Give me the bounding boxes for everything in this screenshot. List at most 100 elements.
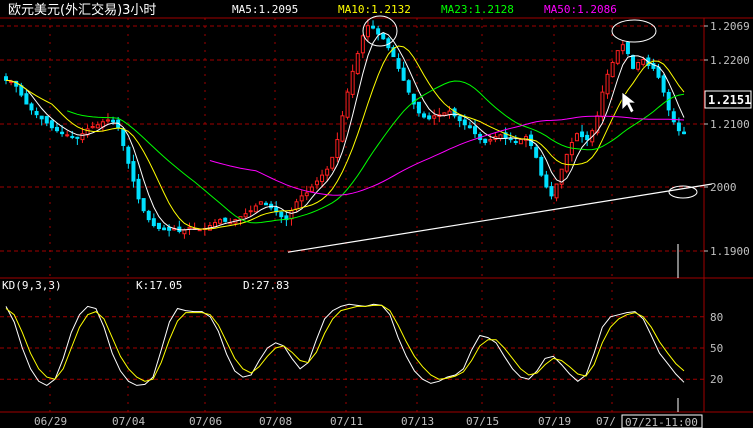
candle-body [253,205,258,213]
candle-body [518,139,523,145]
x-tick-label: 07/04 [112,415,145,428]
candle-body [279,211,284,218]
candle-body [656,66,661,78]
x-tick-label: 07/06 [189,415,222,428]
chart-title: 欧元美元(外汇交易)3小时 [8,2,156,18]
kd-tick-label: 20 [710,373,723,386]
candle-body [580,131,585,138]
candle-body [65,134,70,137]
candle-body [335,139,340,158]
candle-body [325,168,330,176]
candle-body [80,133,85,141]
candle-body [432,115,437,119]
candle-body [44,116,49,124]
kd-tick-label: 80 [710,311,723,324]
kd-k-value: K:17.05 [136,279,182,292]
candle-body [574,133,579,142]
candle-body [371,25,376,29]
candle-body [263,202,268,206]
candle-body [620,44,625,52]
x-tick-label: 07/13 [401,415,434,428]
candle-body [75,136,80,139]
candle-body [299,195,304,202]
candle-body [29,103,34,111]
candle-body [49,120,54,129]
candle-body [442,112,447,116]
candle-body [330,156,335,169]
candle-body [34,111,39,116]
x-tick-label: 07/15 [466,415,499,428]
kd-d-value: D:27.83 [243,279,289,292]
price-tick-label: 1.2069 [710,20,750,33]
candle-body [365,25,370,38]
candle-body [381,33,386,40]
candle-body [223,217,228,222]
candle-body [585,134,590,141]
candle-body [457,116,462,122]
candle-body [24,93,29,105]
x-tick-label: 07/ [596,415,616,428]
x-tick-label: 06/29 [34,415,67,428]
candle-body [513,141,518,144]
candle-body [631,55,636,69]
candle-body [156,222,161,229]
candle-body [636,61,641,70]
candle-body [243,213,248,218]
cursor-time: 07/21-11:00 [625,416,698,428]
candle-body [95,124,100,129]
candle-body [534,147,539,158]
x-tick-label: 07/11 [330,415,363,428]
candle-body [105,119,110,122]
candle-body [39,115,44,120]
candle-body [146,210,151,221]
candle-body [213,222,218,228]
candle-body [600,91,605,118]
candle-body [90,126,95,129]
candle-body [4,76,8,81]
candle-body [355,53,360,75]
x-tick-label: 07/19 [538,415,571,428]
candle-body [289,210,294,220]
candle-body [350,70,355,95]
candle-body [671,111,676,123]
candle-body [162,227,167,231]
candle-body [141,198,146,212]
candle-body [340,115,345,142]
price-tick-label: 1.2100 [710,118,750,131]
current-price: 1.2151 [708,93,751,107]
price-tick-label: 1.1900 [710,245,750,258]
candle-body [376,28,381,35]
candle-body [539,156,544,176]
candle-body [427,115,432,120]
candle-body [197,229,202,232]
candle-body [304,192,309,197]
candle-body [488,139,493,142]
candle-body [666,91,671,111]
candle-body [554,183,559,199]
candle-body [676,122,681,132]
candle-body [294,201,299,210]
candle-body [615,50,620,64]
candle-body [396,58,401,69]
ma10-label: MA10:1.2132 [338,3,411,16]
candle-body [360,35,365,54]
candle-body [549,186,554,197]
candle-body [605,73,610,95]
candle-body [258,201,263,205]
price-chart[interactable]: 1.2069 1.2200 1.2100 2000 1.1900 80 50 20 06/29 0… [0,0,753,428]
candle-body [416,101,421,114]
candle-body [544,174,549,188]
ma50-label: MA50:1.2086 [544,3,617,16]
candle-body [309,186,314,192]
kd-tick-label: 50 [710,342,723,355]
ma23-label: MA23:1.2128 [441,3,514,16]
candle-body [508,138,513,141]
candle-body [498,134,503,140]
candle-body [151,218,156,227]
candle-body [472,126,477,135]
candle-body [406,80,411,93]
candle-body [661,75,666,93]
candle-body [19,85,24,96]
candle-body [483,138,488,144]
candle-body [70,135,75,138]
